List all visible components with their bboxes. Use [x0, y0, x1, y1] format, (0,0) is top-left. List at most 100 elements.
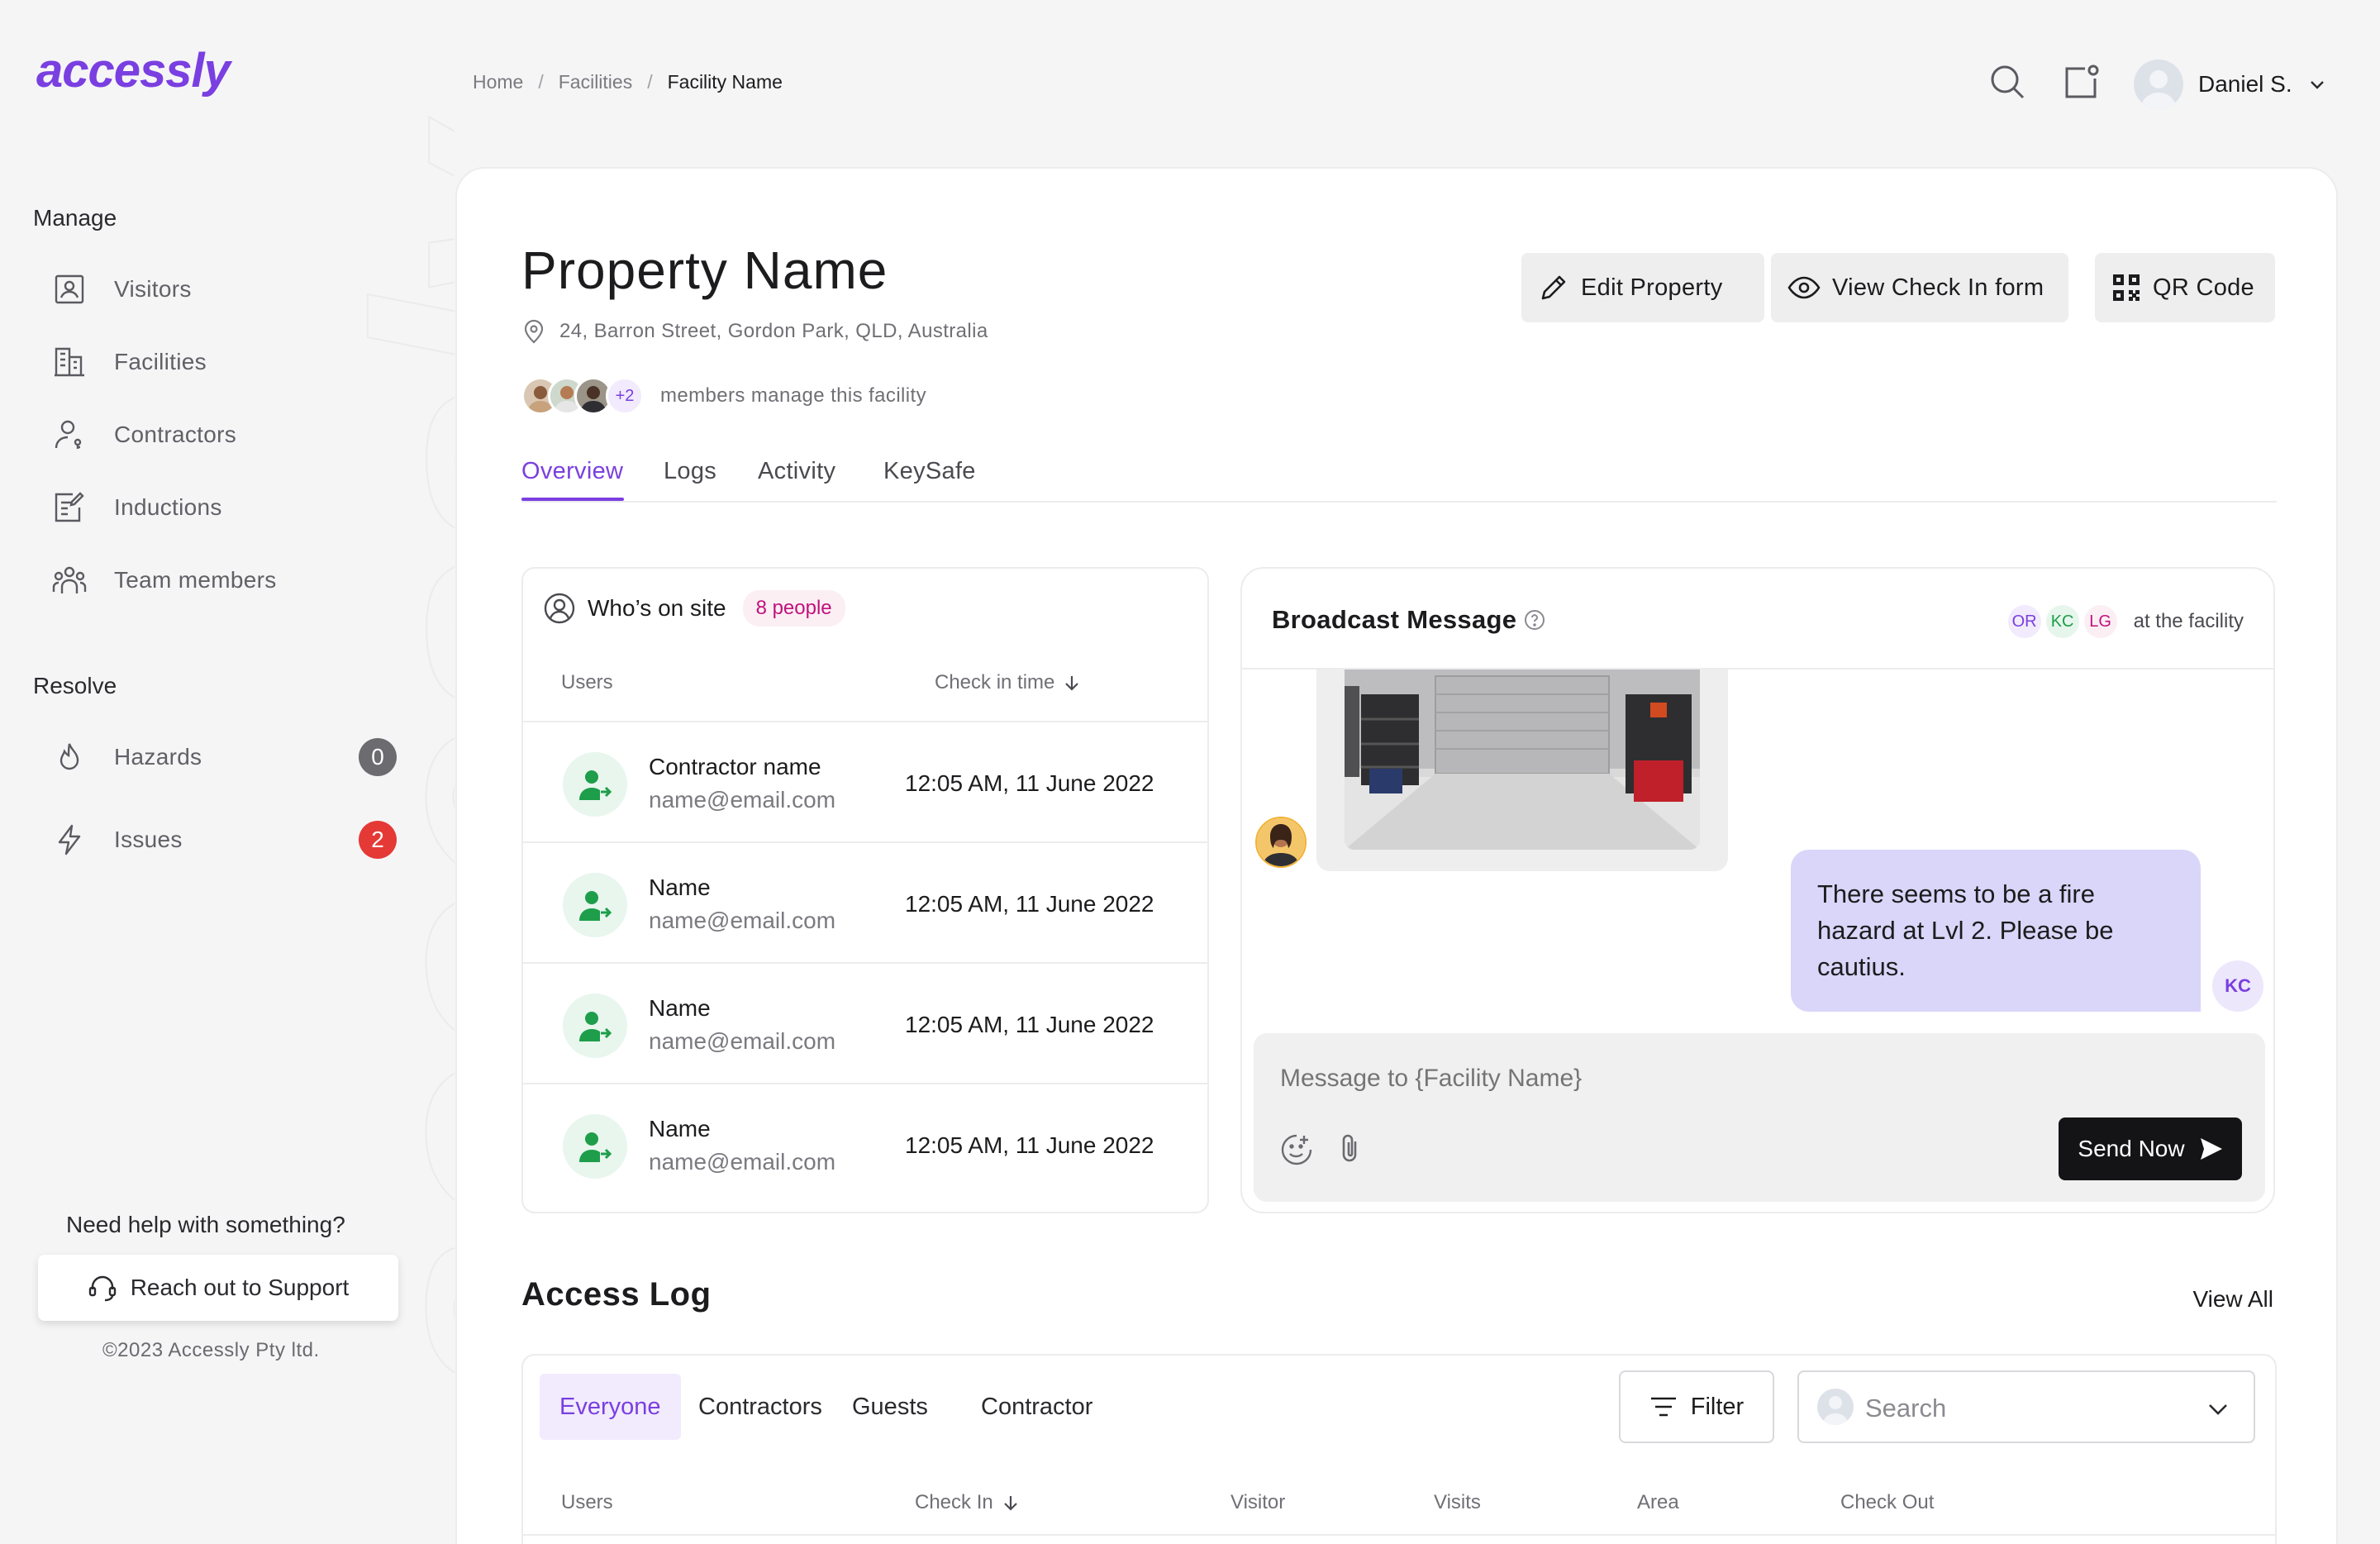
flame-icon	[50, 737, 89, 777]
column-label: Users	[561, 671, 613, 693]
segment-contractor[interactable]: Contractor	[961, 1374, 1112, 1440]
chevron-down-icon	[2206, 1397, 2230, 1422]
lightning-icon	[50, 820, 89, 860]
recipients-info: OR KC LG at the facility	[2007, 605, 2244, 638]
user-avatar	[2134, 60, 2183, 109]
table-row[interactable]: Contractor name name@email.com 12:05 AM,…	[523, 721, 1207, 841]
garage-photo	[1345, 670, 1700, 850]
broadcast-title: Broadcast Message	[1272, 605, 1546, 635]
table-row[interactable]: Name name@email.com 12:05 AM, 11 June 20…	[523, 841, 1207, 962]
app-logo[interactable]: accessly	[36, 43, 231, 98]
table-row[interactable]: Name name@email.com 12:05 AM, 11 June 20…	[523, 1083, 1207, 1203]
view-all-link[interactable]: View All	[2192, 1286, 2273, 1313]
recipient-initials: LG	[2083, 605, 2117, 638]
active-tab-indicator	[521, 498, 624, 501]
user-check-in-icon	[563, 873, 627, 937]
check-in-time: 12:05 AM, 11 June 2022	[905, 891, 1154, 917]
breadcrumb-home[interactable]: Home	[473, 71, 523, 93]
view-check-in-form-button[interactable]: View Check In form	[1771, 253, 2068, 322]
user-name: Name	[649, 995, 711, 1021]
column-header-check-in[interactable]: Check In	[915, 1491, 1020, 1514]
send-now-button[interactable]: Send Now	[2059, 1117, 2242, 1180]
image-message-bubble[interactable]	[1316, 670, 1728, 871]
column-header-check-in-time[interactable]: Check in time	[935, 671, 1081, 694]
user-email: name@email.com	[649, 1028, 836, 1054]
user-circle-icon	[543, 592, 576, 625]
user-name: Name	[649, 1116, 711, 1141]
visitor-badge-icon	[50, 269, 89, 309]
message-input[interactable]	[1280, 1065, 2024, 1093]
breadcrumb-facilities[interactable]: Facilities	[559, 71, 632, 93]
view-check-in-form-label: View Check In form	[1832, 274, 2044, 301]
column-label: Check In	[915, 1491, 993, 1513]
sender-avatar	[1255, 817, 1307, 868]
whos-on-site-header: Who’s on site 8 people	[543, 590, 845, 627]
column-header-visitor: Visitor	[1230, 1491, 1286, 1513]
segment-contractors[interactable]: Contractors	[678, 1374, 842, 1440]
search-avatar-icon	[1817, 1389, 1854, 1425]
column-header-check-out: Check Out	[1840, 1491, 1935, 1513]
property-tabs: Overview Logs Activity KeySafe	[521, 446, 2277, 503]
edit-document-icon	[50, 488, 89, 527]
filter-button[interactable]: Filter	[1619, 1370, 1774, 1443]
search-icon[interactable]	[1987, 61, 2028, 102]
sidebar-item-label: Inductions	[114, 494, 222, 520]
reach-support-button[interactable]: Reach out to Support	[38, 1255, 398, 1321]
broadcast-message-bubble[interactable]: There seems to be a fire hazard at Lvl 2…	[1791, 850, 2201, 1012]
sidebar-item-label: Team members	[114, 567, 277, 593]
chevron-down-icon	[2307, 74, 2327, 94]
check-in-time: 12:05 AM, 11 June 2022	[905, 1012, 1154, 1037]
send-now-label: Send Now	[2078, 1136, 2185, 1161]
sidebar-item-contractors[interactable]: Contractors	[50, 410, 397, 460]
user-email: name@email.com	[649, 908, 836, 933]
user-name: Contractor name	[649, 754, 821, 779]
column-header-area: Area	[1637, 1491, 1679, 1513]
eye-icon	[1787, 271, 1821, 304]
sort-arrow-down-icon	[1002, 1494, 1020, 1512]
property-address: 24, Barron Street, Gordon Park, QLD, Aus…	[521, 319, 988, 344]
pencil-icon	[1538, 272, 1569, 303]
breadcrumb-separator: /	[647, 71, 653, 93]
check-in-time: 12:05 AM, 11 June 2022	[905, 770, 1154, 796]
issues-count-badge: 2	[359, 821, 397, 859]
message-composer: Send Now	[1254, 1033, 2265, 1202]
sidebar-item-hazards[interactable]: Hazards 0	[50, 732, 397, 782]
edit-property-label: Edit Property	[1581, 274, 1723, 301]
sidebar-item-label: Hazards	[114, 744, 202, 770]
tab-activity[interactable]: Activity	[758, 458, 835, 485]
location-pin-icon	[521, 319, 546, 344]
tab-keysafe[interactable]: KeySafe	[883, 458, 976, 485]
help-prompt: Need help with something?	[66, 1212, 345, 1237]
help-circle-icon[interactable]	[1523, 608, 1546, 631]
reach-support-label: Reach out to Support	[130, 1275, 350, 1300]
whos-on-site-panel: Who’s on site 8 people Users Check in ti…	[521, 567, 1209, 1213]
user-check-in-icon	[563, 994, 627, 1058]
sidebar-item-facilities[interactable]: Facilities	[50, 337, 397, 387]
sidebar-item-visitors[interactable]: Visitors	[50, 264, 397, 314]
sidebar-item-issues[interactable]: Issues 2	[50, 815, 397, 865]
recipient-initials: KC	[2045, 605, 2079, 638]
column-header-users: Users	[561, 1491, 613, 1513]
sort-arrow-down-icon	[1063, 674, 1081, 692]
qr-code-label: QR Code	[2153, 274, 2254, 301]
filter-lines-icon	[1649, 1394, 1678, 1419]
user-menu[interactable]: Daniel S.	[2134, 56, 2327, 112]
sidebar-item-team-members[interactable]: Team members	[50, 555, 397, 605]
user-check-in-icon	[563, 1114, 627, 1179]
segment-everyone[interactable]: Everyone	[540, 1374, 681, 1440]
qr-code-button[interactable]: QR Code	[2095, 253, 2275, 322]
table-row[interactable]: Name name@email.com 12:05 AM, 11 June 20…	[523, 962, 1207, 1083]
tab-overview[interactable]: Overview	[521, 458, 624, 501]
edit-property-button[interactable]: Edit Property	[1521, 253, 1764, 322]
column-header-visits: Visits	[1434, 1491, 1481, 1513]
notification-icon[interactable]	[2061, 61, 2102, 102]
attachment-icon[interactable]	[1330, 1129, 1369, 1169]
tab-logs[interactable]: Logs	[664, 458, 716, 485]
send-icon	[2198, 1137, 2223, 1161]
sidebar-item-inductions[interactable]: Inductions	[50, 483, 397, 532]
address-text: 24, Barron Street, Gordon Park, QLD, Aus…	[559, 320, 988, 342]
emoji-icon[interactable]	[1277, 1129, 1316, 1169]
segment-guests[interactable]: Guests	[832, 1374, 948, 1440]
members-row[interactable]: +2 members manage this facility	[521, 377, 926, 415]
user-search-select[interactable]: Search	[1797, 1370, 2255, 1443]
